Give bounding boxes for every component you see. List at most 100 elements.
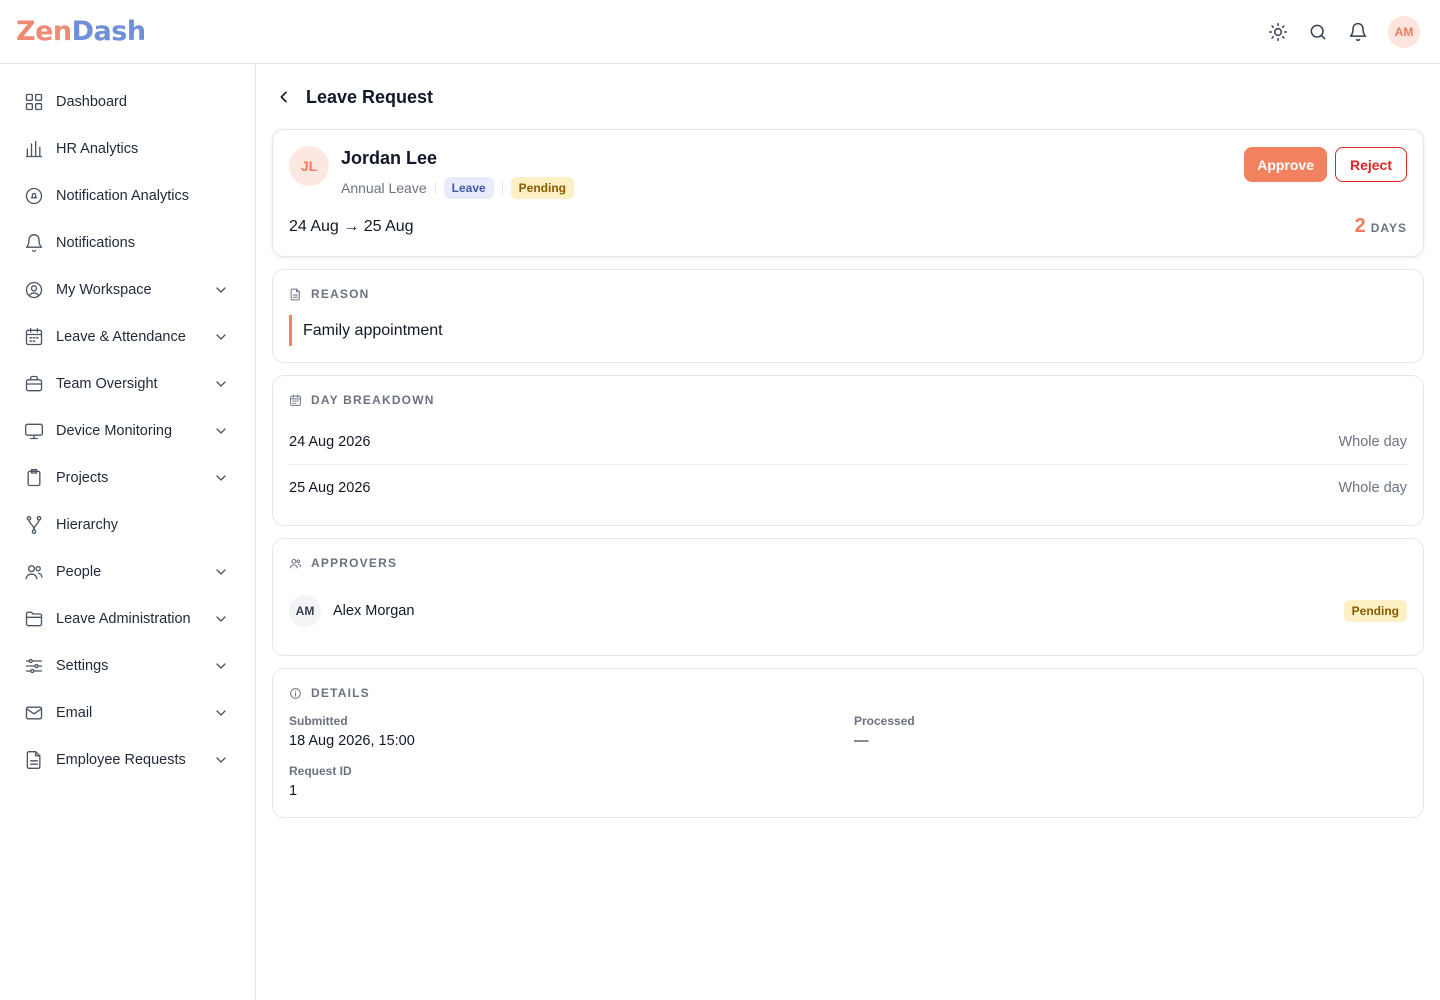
fork-icon — [24, 515, 44, 535]
sidebar-item-email[interactable]: Email — [0, 689, 255, 736]
monitor-icon — [24, 421, 44, 441]
theme-toggle-button[interactable] — [1264, 16, 1292, 48]
chevron-down-icon[interactable] — [213, 752, 229, 768]
clipboard-icon — [24, 468, 44, 488]
breakdown-row: 25 Aug 2026 Whole day — [289, 465, 1407, 510]
sun-icon — [1268, 22, 1288, 42]
page-header: Leave Request — [276, 86, 433, 108]
document-icon — [24, 750, 44, 770]
days-count: 2 — [1354, 215, 1366, 237]
processed-value: — — [854, 733, 869, 749]
sidebar-item-label: Leave Administration — [56, 610, 191, 627]
app-logo[interactable]: ZenDash — [16, 16, 146, 47]
details-title: DETAILS — [289, 686, 370, 700]
breakdown-row: 24 Aug 2026 Whole day — [289, 420, 1407, 465]
users-icon — [289, 558, 302, 568]
chevron-down-icon[interactable] — [213, 423, 229, 439]
calendar-icon — [290, 394, 301, 406]
section-title-text: REASON — [311, 287, 370, 301]
sidebar-item-device-monitoring[interactable]: Device Monitoring — [0, 407, 255, 454]
sidebar: Dashboard HR Analytics Notification Anal… — [0, 64, 256, 1000]
user-avatar[interactable]: AM — [1388, 16, 1420, 48]
sidebar-item-notifications[interactable]: Notifications — [0, 219, 255, 266]
chevron-down-icon[interactable] — [213, 705, 229, 721]
request-summary-card: JL Jordan Lee Annual Leave Leave Pending… — [272, 129, 1424, 257]
approvers-card: APPROVERS AM Alex Morgan Pending — [272, 538, 1424, 656]
sidebar-item-label: Device Monitoring — [56, 422, 173, 439]
submitted-label: Submitted — [289, 714, 348, 728]
divider — [434, 181, 436, 195]
sidebar-item-dashboard[interactable]: Dashboard — [0, 78, 255, 125]
sidebar-item-label: Notifications — [56, 234, 135, 251]
chevron-down-icon[interactable] — [213, 282, 229, 298]
sidebar-item-employee-requests[interactable]: Employee Requests — [0, 736, 255, 783]
requester-avatar: JL — [289, 146, 329, 186]
details-card: DETAILS Submitted 18 Aug 2026, 15:00 Pro… — [272, 668, 1424, 818]
sidebar-item-label: Email — [56, 704, 93, 721]
search-icon — [1310, 24, 1326, 40]
logo-text-dash: Dash — [71, 16, 146, 47]
chevron-left-icon — [280, 91, 287, 103]
sidebar-item-notification-analytics[interactable]: Notification Analytics — [0, 172, 255, 219]
approver-avatar: AM — [289, 595, 321, 627]
reason-title: REASON — [289, 287, 370, 301]
approver-row: AM Alex Morgan Pending — [289, 595, 1407, 627]
sidebar-item-hr-analytics[interactable]: HR Analytics — [0, 125, 255, 172]
sidebar-item-people[interactable]: People — [0, 548, 255, 595]
section-title-text: APPROVERS — [311, 556, 398, 570]
breakdown-date: 24 Aug 2026 — [289, 434, 371, 450]
breakdown-title: DAY BREAKDOWN — [289, 393, 435, 407]
top-bar: ZenDash AM — [0, 0, 1440, 64]
sidebar-item-leave-attendance[interactable]: Leave & Attendance — [0, 313, 255, 360]
logo-text-zen: Zen — [16, 16, 72, 47]
document-icon — [290, 288, 300, 300]
back-button[interactable] — [276, 86, 292, 108]
bell-icon — [24, 233, 44, 253]
sidebar-item-label: Settings — [56, 657, 109, 674]
approvers-title: APPROVERS — [289, 556, 397, 570]
bell-icon — [1349, 22, 1367, 42]
main-content: Leave Request JL Jordan Lee Annual Leave… — [256, 64, 1440, 1000]
sidebar-item-projects[interactable]: Projects — [0, 454, 255, 501]
sidebar-item-team-oversight[interactable]: Team Oversight — [0, 360, 255, 407]
sidebar-item-label: Team Oversight — [56, 375, 158, 392]
sidebar-item-label: Employee Requests — [56, 751, 186, 768]
sidebar-item-leave-administration[interactable]: Leave Administration — [0, 595, 255, 642]
breakdown-type: Whole day — [1338, 434, 1407, 450]
section-title-text: DAY BREAKDOWN — [311, 393, 435, 407]
sidebar-item-label: My Workspace — [56, 281, 152, 298]
sidebar-item-label: Projects — [56, 469, 109, 486]
chevron-down-icon[interactable] — [213, 470, 229, 486]
grid-icon — [24, 92, 44, 112]
section-title-text: DETAILS — [311, 686, 370, 700]
sidebar-item-label: Leave & Attendance — [56, 328, 186, 345]
calendar-icon — [24, 327, 44, 347]
briefcase-icon — [24, 374, 44, 394]
reason-text: Family appointment — [289, 315, 443, 346]
sidebar-item-label: Notification Analytics — [56, 187, 189, 204]
user-circle-icon — [24, 280, 44, 300]
sidebar-item-my-workspace[interactable]: My Workspace — [0, 266, 255, 313]
sidebar-item-label: HR Analytics — [56, 140, 139, 157]
sidebar-item-settings[interactable]: Settings — [0, 642, 255, 689]
chevron-down-icon[interactable] — [213, 329, 229, 345]
chevron-down-icon[interactable] — [213, 376, 229, 392]
request-meta: Annual Leave Leave Pending — [341, 177, 575, 199]
approver-name: Alex Morgan — [333, 603, 415, 619]
chevron-down-icon[interactable] — [213, 658, 229, 674]
category-badge: Leave — [443, 177, 494, 199]
days-total: 2 DAYS — [1355, 215, 1407, 238]
approve-button[interactable]: Approve — [1244, 147, 1327, 182]
reason-card: REASON Family appointment — [272, 269, 1424, 363]
page-title: Leave Request — [306, 86, 434, 107]
top-actions: AM — [1264, 16, 1420, 48]
notifications-button[interactable] — [1344, 16, 1372, 48]
chevron-down-icon[interactable] — [213, 564, 229, 580]
day-breakdown-card: DAY BREAKDOWN 24 Aug 2026 Whole day 25 A… — [272, 375, 1424, 526]
chevron-down-icon[interactable] — [213, 611, 229, 627]
circle-bell-icon — [24, 186, 44, 206]
reject-button[interactable]: Reject — [1334, 147, 1407, 182]
request-id-value: 1 — [289, 783, 298, 799]
sidebar-item-hierarchy[interactable]: Hierarchy — [0, 501, 255, 548]
search-button[interactable] — [1304, 16, 1332, 48]
